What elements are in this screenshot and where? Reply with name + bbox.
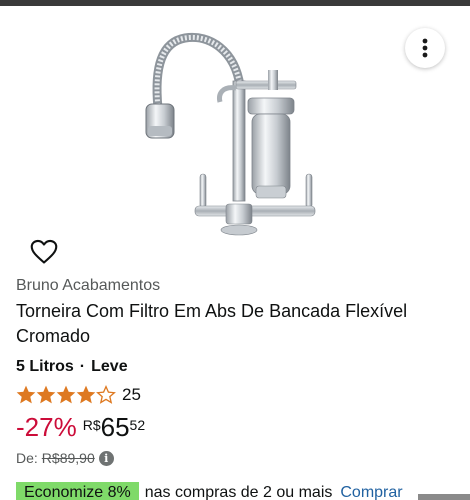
brand-link[interactable]: Bruno Acabamentos	[16, 277, 160, 295]
price-block: -27% R$ 65 52	[16, 411, 145, 443]
rating-count[interactable]: 25	[122, 385, 141, 405]
variant-type: Leve	[91, 358, 128, 375]
info-icon[interactable]: i	[98, 450, 114, 466]
more-options-button[interactable]	[405, 28, 445, 68]
heart-outline-icon[interactable]	[30, 238, 58, 266]
price-whole: 65	[100, 412, 130, 442]
star-full-icon	[56, 385, 76, 404]
product-image[interactable]	[140, 26, 330, 242]
promo-buy-link[interactable]: Comprar	[340, 484, 402, 500]
promotion: Economize 8% nas compras de 2 ou mais Co…	[16, 482, 403, 500]
promo-text: nas compras de 2 ou mais	[144, 484, 333, 500]
star-full-icon	[36, 385, 56, 404]
variant-size: 5 Litros	[16, 358, 74, 375]
list-price-label: De:	[16, 450, 38, 466]
promo-badge: Economize 8%	[16, 482, 139, 500]
product-image-area[interactable]	[0, 6, 470, 236]
scrollbar-thumb[interactable]	[418, 494, 470, 500]
star-outline-icon	[96, 385, 116, 404]
price-currency: R$	[82, 417, 101, 433]
star-full-icon	[76, 385, 96, 404]
star-full-icon	[16, 385, 36, 404]
more-vertical-icon	[422, 38, 428, 58]
price-cents: 52	[129, 417, 146, 433]
rating-stars	[16, 385, 116, 405]
discount-percent: -27%	[16, 412, 77, 442]
product-title: Torneira Com Filtro Em Abs De Bancada Fl…	[16, 301, 408, 346]
variant-info: 5 Litros · Leve	[16, 358, 128, 376]
variant-separator: ·	[79, 358, 86, 375]
rating-summary[interactable]: 25	[16, 383, 141, 407]
list-price-value: R$89,90	[41, 450, 95, 466]
list-price: De: R$89,90 i	[16, 450, 114, 466]
